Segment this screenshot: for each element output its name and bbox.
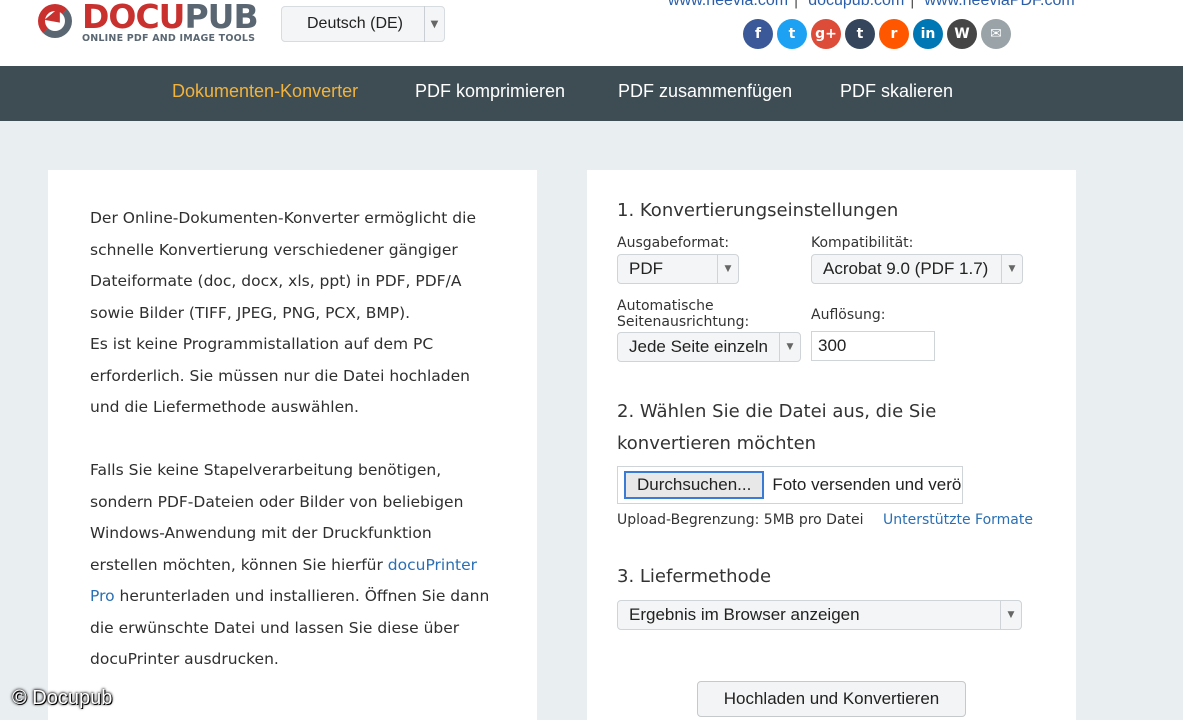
- intro-text: Der Online-Dokumenten-Konverter ermöglic…: [90, 203, 500, 676]
- logo-pub-text: PUB: [184, 0, 258, 36]
- intro-panel: Der Online-Dokumenten-Konverter ermöglic…: [48, 170, 537, 720]
- output-format-select[interactable]: PDF ▼: [617, 254, 739, 284]
- resolution-input[interactable]: 300: [811, 331, 935, 361]
- compat-label: Kompatibilität:: [811, 235, 914, 251]
- chevron-down-icon: ▼: [1000, 601, 1021, 629]
- upload-convert-button[interactable]: Hochladen und Konvertieren: [697, 681, 966, 717]
- orientation-label-line-2: Seitenausrichtung:: [617, 314, 750, 330]
- top-link-neeviapdf[interactable]: www.neeviaPDF.com: [924, 0, 1074, 9]
- wordpress-icon[interactable]: W: [947, 19, 977, 49]
- selected-file-name: Foto versenden und verö: [772, 475, 962, 494]
- intro-paragraph-1b: Es ist keine Programmistallation auf dem…: [90, 335, 470, 416]
- twitter-icon[interactable]: t: [777, 19, 807, 49]
- delivery-method-value: Ergebnis im Browser anzeigen: [629, 605, 860, 624]
- language-select[interactable]: Deutsch (DE) ▼: [281, 6, 445, 42]
- scrollbar-track[interactable]: [1183, 0, 1200, 720]
- file-input[interactable]: Durchsuchen... Foto versenden und verö: [617, 466, 963, 504]
- linkedin-icon[interactable]: in: [913, 19, 943, 49]
- tumblr-icon[interactable]: t: [845, 19, 875, 49]
- top-link-neevia[interactable]: www.neevia.com: [668, 0, 788, 9]
- file-heading-line-2: konvertieren möchten: [617, 433, 817, 454]
- upload-limit-text: Upload-Begrenzung: 5MB pro Datei: [617, 512, 864, 528]
- copyright-watermark: © Docupub: [12, 687, 113, 709]
- email-icon[interactable]: ✉: [981, 19, 1011, 49]
- intro-paragraph-1: Der Online-Dokumenten-Konverter ermöglic…: [90, 209, 476, 322]
- delivery-method-select[interactable]: Ergebnis im Browser anzeigen ▼: [617, 600, 1022, 630]
- chevron-down-icon: ▼: [1001, 255, 1022, 283]
- nav-item-pdf-komprimieren[interactable]: PDF komprimieren: [415, 81, 565, 102]
- docupub-logo[interactable]: DOCUPUB ONLINE PDF AND IMAGE TOOLS: [36, 0, 259, 44]
- logo-docu-text: DOCU: [82, 0, 185, 36]
- nav-item-pdf-skalieren[interactable]: PDF skalieren: [840, 81, 953, 102]
- top-link-docupub[interactable]: docupub.com: [808, 0, 904, 9]
- nav-item-pdf-zusammenfuegen[interactable]: PDF zusammenfügen: [618, 81, 792, 102]
- logo-icon: [36, 2, 76, 42]
- delivery-heading: 3. Liefermethode: [617, 566, 772, 587]
- orientation-value: Jede Seite einzeln: [629, 337, 768, 356]
- chevron-down-icon: ▼: [779, 333, 800, 361]
- compat-select[interactable]: Acrobat 9.0 (PDF 1.7) ▼: [811, 254, 1023, 284]
- resolution-label: Auflösung:: [811, 307, 886, 323]
- output-format-label: Ausgabeformat:: [617, 235, 730, 251]
- reddit-icon[interactable]: r: [879, 19, 909, 49]
- browse-button[interactable]: Durchsuchen...: [624, 471, 765, 499]
- google-plus-icon[interactable]: g+: [811, 19, 841, 49]
- nav-item-dokumenten-konverter[interactable]: Dokumenten-Konverter: [172, 81, 358, 102]
- language-select-value: Deutsch (DE): [306, 15, 404, 32]
- compat-value: Acrobat 9.0 (PDF 1.7): [823, 259, 989, 278]
- file-heading-line-1: 2. Wählen Sie die Datei aus, die Sie: [617, 401, 937, 422]
- intro-paragraph-2-post: herunterladen und installieren. Öffnen S…: [90, 587, 490, 668]
- chevron-down-icon: ▼: [717, 255, 738, 283]
- facebook-icon[interactable]: f: [743, 19, 773, 49]
- top-links: www.neevia.com | docupub.com | www.neeviaPDF…: [668, 0, 1081, 10]
- social-icons: f t g+ t r in W ✉: [743, 19, 1011, 49]
- main-nav: Dokumenten-Konverter PDF komprimieren PD…: [0, 66, 1183, 121]
- output-format-value: PDF: [629, 259, 663, 278]
- chevron-down-icon: ▼: [424, 6, 444, 42]
- header: DOCUPUB ONLINE PDF AND IMAGE TOOLS Deuts…: [0, 0, 1183, 66]
- orientation-label-line-1: Automatische: [617, 298, 714, 314]
- logo-tagline: ONLINE PDF AND IMAGE TOOLS: [82, 33, 256, 44]
- supported-formats-link[interactable]: Unterstützte Formate: [883, 512, 1033, 528]
- orientation-select[interactable]: Jede Seite einzeln ▼: [617, 332, 801, 362]
- settings-heading: 1. Konvertierungseinstellungen: [617, 200, 899, 221]
